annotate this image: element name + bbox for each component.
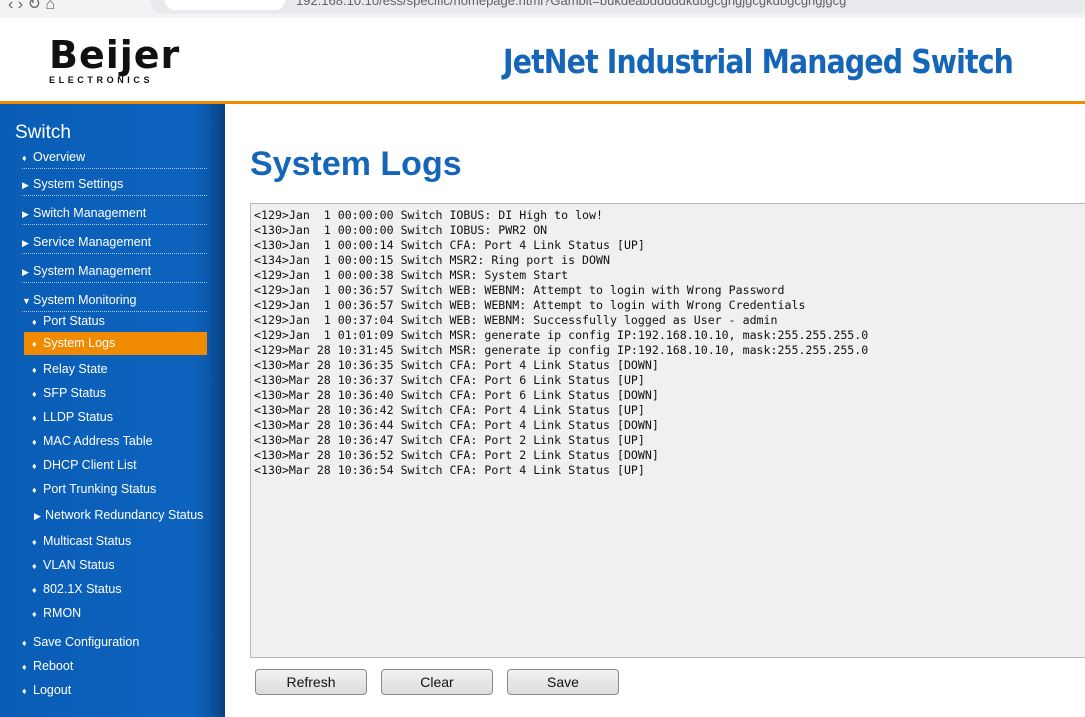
- sidebar-subitem-port-trunking-status[interactable]: ♦ Port Trunking Status: [32, 482, 217, 496]
- sidebar-item-label: System Settings: [33, 177, 124, 191]
- sidebar-item-label: Logout: [33, 683, 72, 697]
- page-title: System Logs: [250, 145, 462, 183]
- sidebar-item-service-management[interactable]: ▶ Service Management: [22, 235, 207, 254]
- sidebar-subitem-network-redundancy-status[interactable]: ▶ Network Redundancy Status: [34, 508, 219, 522]
- beijer-logo: Beijer ELECTRONICS: [49, 36, 180, 85]
- sidebar-item-save-configuration[interactable]: ♦ Save Configuration: [22, 635, 207, 649]
- arrow-down-icon: ▼: [22, 296, 31, 306]
- sidebar-subitem-8021x-status[interactable]: ♦ 802.1X Status: [32, 582, 217, 596]
- log-line: <129>Jan 1 00:00:00 Switch IOBUS: DI Hig…: [254, 208, 604, 222]
- sidebar-item-label: LLDP Status: [43, 410, 113, 424]
- browser-nav-icons[interactable]: ‹ › ↻ ⌂: [8, 0, 55, 14]
- log-line: <130>Jan 1 00:00:00 Switch IOBUS: PWR2 O…: [254, 223, 548, 237]
- sidebar-item-label: RMON: [43, 606, 82, 620]
- bullet-icon: ♦: [22, 686, 27, 696]
- log-line: <130>Mar 28 10:36:40 Switch CFA: Port 6 …: [254, 388, 659, 402]
- sidebar-subitem-mac-address-table[interactable]: ♦ MAC Address Table: [32, 434, 217, 448]
- bullet-icon: ♦: [32, 561, 37, 571]
- sidebar-subitem-lldp-status[interactable]: ♦ LLDP Status: [32, 410, 217, 424]
- arrow-right-icon: ▶: [22, 238, 29, 248]
- log-line: <130>Jan 1 00:00:14 Switch CFA: Port 4 L…: [254, 238, 645, 252]
- sidebar-item-label: Network Redundancy Status: [45, 508, 204, 522]
- log-line: <130>Mar 28 10:36:44 Switch CFA: Port 4 …: [254, 418, 659, 432]
- system-log-textarea[interactable]: <129>Jan 1 00:00:00 Switch IOBUS: DI Hig…: [250, 203, 1085, 658]
- log-line: <129>Jan 1 01:01:09 Switch MSR: generate…: [254, 328, 869, 342]
- sidebar-item-label: System Management: [33, 264, 152, 278]
- sidebar-subitem-vlan-status[interactable]: ♦ VLAN Status: [32, 558, 217, 572]
- bullet-icon: ♦: [32, 365, 37, 375]
- sidebar-item-label: System Monitoring: [33, 293, 137, 307]
- sidebar-item-label: MAC Address Table: [43, 434, 153, 448]
- bullet-icon: ♦: [32, 317, 37, 327]
- sidebar-item-reboot[interactable]: ♦ Reboot: [22, 659, 207, 673]
- log-line: <134>Jan 1 00:00:15 Switch MSR2: Ring po…: [254, 253, 610, 267]
- sidebar-item-label: VLAN Status: [43, 558, 115, 572]
- sidebar-item-overview[interactable]: ♦ Overview: [22, 150, 207, 169]
- sidebar-subitem-dhcp-client-list[interactable]: ♦ DHCP Client List: [32, 458, 217, 472]
- sidebar-item-label: Reboot: [33, 659, 74, 673]
- sidebar-item-system-monitoring[interactable]: ▼ System Monitoring: [22, 293, 207, 312]
- sidebar-item-label: Port Status: [43, 314, 105, 328]
- bullet-icon: ♦: [32, 537, 37, 547]
- log-line: <130>Mar 28 10:36:47 Switch CFA: Port 2 …: [254, 433, 645, 447]
- log-line: <130>Mar 28 10:36:54 Switch CFA: Port 4 …: [254, 463, 645, 477]
- sidebar-item-system-settings[interactable]: ▶ System Settings: [22, 177, 207, 196]
- arrow-right-icon: ▶: [34, 511, 41, 521]
- logo-brand: Beijer: [49, 33, 181, 77]
- arrow-right-icon: ▶: [22, 209, 29, 219]
- bullet-icon: ♦: [22, 638, 27, 648]
- arrow-right-icon: ▶: [22, 267, 29, 277]
- site-info-chip[interactable]: [165, 0, 285, 10]
- log-line: <130>Mar 28 10:36:42 Switch CFA: Port 4 …: [254, 403, 645, 417]
- sidebar-subitem-rmon[interactable]: ♦ RMON: [32, 606, 217, 620]
- sidebar-subitem-multicast-status[interactable]: ♦ Multicast Status: [32, 534, 217, 548]
- log-line: <129>Mar 28 10:31:45 Switch MSR: generat…: [254, 343, 869, 357]
- sidebar-item-label: Relay State: [43, 362, 108, 376]
- sidebar-item-label: Multicast Status: [43, 534, 132, 548]
- bullet-icon: ♦: [32, 485, 37, 495]
- sidebar-item-label: Overview: [33, 150, 86, 164]
- sidebar-item-label: SFP Status: [43, 386, 106, 400]
- sidebar-subitem-sfp-status[interactable]: ♦ SFP Status: [32, 386, 217, 400]
- sidebar: Switch ♦ Overview ▶ System Settings ▶ Switc…: [0, 104, 225, 717]
- sidebar-item-logout[interactable]: ♦ Logout: [22, 683, 207, 697]
- log-line: <130>Mar 28 10:36:52 Switch CFA: Port 2 …: [254, 448, 659, 462]
- save-button[interactable]: Save: [507, 669, 619, 695]
- clear-button[interactable]: Clear: [381, 669, 493, 695]
- bullet-icon: ♦: [22, 153, 27, 163]
- browser-toolbar: ‹ › ↻ ⌂ 192.168.10.10/ess/specific/homep…: [0, 0, 1085, 19]
- sidebar-item-label: Save Configuration: [33, 635, 140, 649]
- sidebar-item-label: Switch Management: [33, 206, 147, 220]
- sidebar-subitem-relay-state[interactable]: ♦ Relay State: [32, 362, 217, 376]
- page-header: Beijer ELECTRONICS JetNet Industrial Man…: [0, 18, 1085, 104]
- log-line: <129>Jan 1 00:36:57 Switch WEB: WEBNM: A…: [254, 283, 785, 297]
- sidebar-item-label: Service Management: [33, 235, 152, 249]
- bullet-icon: ♦: [32, 389, 37, 399]
- sidebar-item-label: System Logs: [43, 336, 116, 350]
- sidebar-item-system-management[interactable]: ▶ System Management: [22, 264, 207, 283]
- sidebar-item-label: DHCP Client List: [43, 458, 137, 472]
- bullet-icon: ♦: [32, 437, 37, 447]
- sidebar-title: Switch: [15, 122, 71, 143]
- arrow-right-icon: ▶: [22, 180, 29, 190]
- bullet-icon: ♦: [32, 609, 37, 619]
- log-line: <130>Mar 28 10:36:35 Switch CFA: Port 4 …: [254, 358, 659, 372]
- refresh-button[interactable]: Refresh: [255, 669, 367, 695]
- log-line: <130>Mar 28 10:36:37 Switch CFA: Port 6 …: [254, 373, 645, 387]
- bullet-icon: ♦: [32, 461, 37, 471]
- bullet-icon: ♦: [32, 339, 37, 349]
- log-line: <129>Jan 1 00:36:57 Switch WEB: WEBNM: A…: [254, 298, 806, 312]
- log-line: <129>Jan 1 00:00:38 Switch MSR: System S…: [254, 268, 569, 282]
- sidebar-subitem-system-logs[interactable]: ♦ System Logs: [24, 332, 207, 355]
- bullet-icon: ♦: [22, 662, 27, 672]
- bullet-icon: ♦: [32, 413, 37, 423]
- bullet-icon: ♦: [32, 585, 37, 595]
- product-title: JetNet Industrial Managed Switch: [503, 42, 1014, 81]
- log-line: <129>Jan 1 00:37:04 Switch WEB: WEBNM: S…: [254, 313, 778, 327]
- sidebar-item-switch-management[interactable]: ▶ Switch Management: [22, 206, 207, 225]
- sidebar-item-label: 802.1X Status: [43, 582, 122, 596]
- sidebar-subitem-port-status[interactable]: ♦ Port Status: [32, 314, 217, 328]
- address-url[interactable]: 192.168.10.10/ess/specific/homepage.html…: [296, 0, 846, 8]
- sidebar-item-label: Port Trunking Status: [43, 482, 157, 496]
